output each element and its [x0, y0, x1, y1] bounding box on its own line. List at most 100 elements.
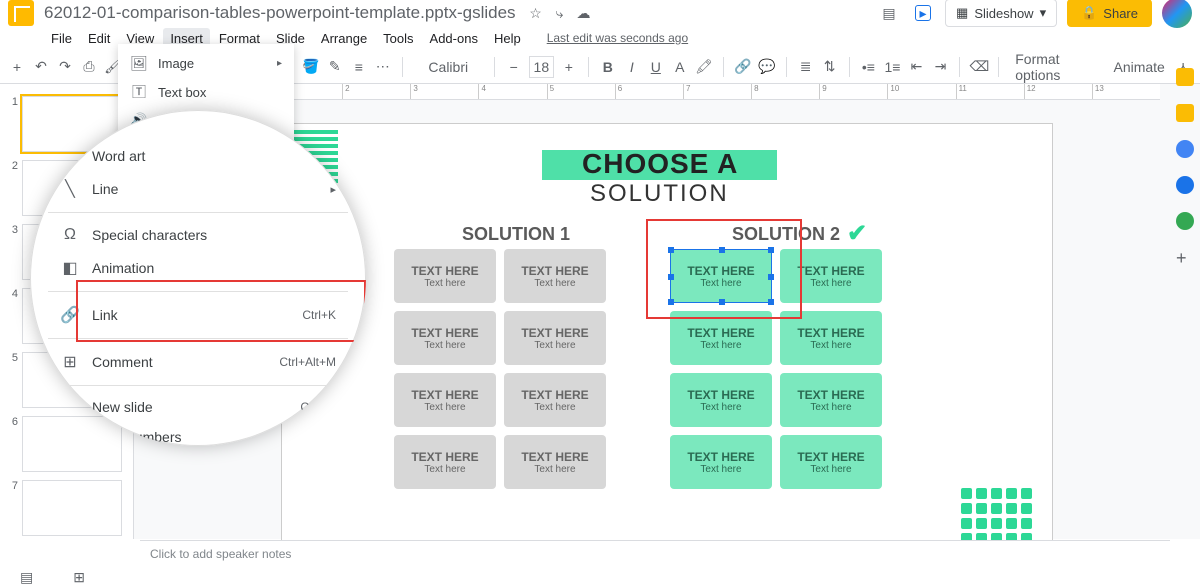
- menu-addons[interactable]: Add-ons: [423, 28, 485, 49]
- border-dash-button[interactable]: ⋯: [374, 56, 392, 78]
- indent-inc-button[interactable]: ⇥: [931, 56, 949, 78]
- animation-icon: ◧: [60, 258, 80, 278]
- keep-icon-2[interactable]: [1176, 104, 1194, 122]
- animate-button[interactable]: Animate: [1110, 56, 1168, 78]
- font-size-inc[interactable]: +: [560, 56, 578, 78]
- comments-icon[interactable]: ▤: [881, 5, 897, 21]
- menu-edit[interactable]: Edit: [81, 28, 117, 49]
- highlight-button[interactable]: 🖍: [695, 56, 713, 78]
- speaker-notes-placeholder: Click to add speaker notes: [150, 547, 291, 561]
- document-title[interactable]: 62012-01-comparison-tables-powerpoint-te…: [44, 3, 516, 23]
- card-gray[interactable]: TEXT HEREText here: [504, 311, 606, 365]
- menu-item-textbox[interactable]: 🅃Text box: [118, 77, 294, 107]
- share-button[interactable]: 🔒 Share: [1067, 0, 1152, 27]
- line-spacing-button[interactable]: ⇅: [821, 56, 839, 78]
- menu-file[interactable]: File: [44, 28, 79, 49]
- star-icon[interactable]: ☆: [528, 5, 544, 21]
- redo-button[interactable]: ↷: [56, 56, 74, 78]
- undo-button[interactable]: ↶: [32, 56, 50, 78]
- grid-view-button[interactable]: ⊞: [73, 569, 85, 586]
- card-gray[interactable]: TEXT HEREText here: [394, 311, 496, 365]
- comment-button[interactable]: 💬: [758, 56, 776, 78]
- card-gray[interactable]: TEXT HEREText here: [394, 435, 496, 489]
- add-icon[interactable]: +: [1176, 248, 1194, 266]
- speaker-notes[interactable]: Click to add speaker notes: [140, 540, 1170, 568]
- present-icon[interactable]: ▸: [915, 5, 931, 21]
- move-icon[interactable]: ⤷: [552, 5, 568, 21]
- zoom-menu-item-wordart[interactable]: AWord art: [48, 140, 348, 172]
- thumb-num: 3: [6, 224, 18, 236]
- text-color-button[interactable]: A: [671, 56, 689, 78]
- maps-icon[interactable]: [1176, 212, 1194, 230]
- card-gray[interactable]: TEXT HEREText here: [394, 249, 496, 303]
- thumb-num: 6: [6, 416, 18, 428]
- ruler-horizontal: 12345678910111213: [274, 84, 1160, 100]
- border-color-button[interactable]: ✎: [326, 56, 344, 78]
- last-edit-link[interactable]: Last edit was seconds ago: [540, 28, 695, 48]
- card-gray[interactable]: TEXT HEREText here: [504, 373, 606, 427]
- list-bullet-button[interactable]: •≡: [859, 56, 877, 78]
- list-number-button[interactable]: 1≡: [883, 56, 901, 78]
- thumb-num: 7: [6, 480, 18, 492]
- slide-subtitle[interactable]: SOLUTION: [590, 180, 729, 208]
- fill-color-button[interactable]: 🪣: [302, 56, 320, 78]
- menu-help[interactable]: Help: [487, 28, 528, 49]
- bold-button[interactable]: B: [599, 56, 617, 78]
- card-gray[interactable]: TEXT HEREText here: [504, 249, 606, 303]
- underline-button[interactable]: U: [647, 56, 665, 78]
- italic-button[interactable]: I: [623, 56, 641, 78]
- side-panel: +: [1170, 60, 1200, 266]
- avatar[interactable]: [1162, 0, 1192, 28]
- font-select[interactable]: Calibri: [413, 56, 484, 78]
- slideshow-button[interactable]: ▦ Slideshow ▾: [945, 0, 1057, 27]
- card-green[interactable]: TEXT HEREText here: [780, 373, 882, 427]
- slides-logo[interactable]: [8, 0, 34, 26]
- card-green[interactable]: TEXT HEREText here: [670, 435, 772, 489]
- filmstrip-view-button[interactable]: ▤: [20, 569, 33, 586]
- contacts-icon[interactable]: [1176, 176, 1194, 194]
- cloud-icon[interactable]: ☁: [576, 5, 592, 21]
- card-green[interactable]: TEXT HEREText here: [670, 311, 772, 365]
- zoom-menu-item-newslide[interactable]: New slideCtrl+M: [48, 392, 348, 422]
- font-size-dec[interactable]: −: [505, 56, 523, 78]
- card-green[interactable]: TEXT HEREText here: [670, 373, 772, 427]
- print-button[interactable]: ⎙: [80, 56, 98, 78]
- tasks-icon[interactable]: [1176, 140, 1194, 158]
- menu-item-image[interactable]: 🖼Image▸: [118, 50, 294, 77]
- card-green[interactable]: TEXT HEREText here: [780, 435, 882, 489]
- title-bar: 62012-01-comparison-tables-powerpoint-te…: [0, 0, 1200, 26]
- zoom-menu-item-comment[interactable]: ⊞CommentCtrl+Alt+M: [48, 345, 348, 379]
- align-button[interactable]: ≣: [797, 56, 815, 78]
- checkmark-icon[interactable]: ✔: [847, 219, 867, 248]
- card-gray[interactable]: TEXT HEREText here: [504, 435, 606, 489]
- card-green[interactable]: TEXT HEREText here: [780, 311, 882, 365]
- image-icon: 🖼: [130, 55, 148, 72]
- comment-icon: ⊞: [60, 352, 80, 372]
- tutorial-magnifier: AWord art ╲Line▸ ΩSpecial characters ◧An…: [30, 110, 366, 446]
- font-size-input[interactable]: 18: [529, 56, 554, 78]
- slide-thumb[interactable]: [22, 480, 122, 536]
- new-slide-button[interactable]: +: [8, 56, 26, 78]
- zoom-menu-item-line[interactable]: ╲Line▸: [48, 172, 348, 206]
- zoom-menu-item-special[interactable]: ΩSpecial characters: [48, 219, 348, 251]
- border-weight-button[interactable]: ≡: [350, 56, 368, 78]
- card-gray[interactable]: TEXT HEREText here: [394, 373, 496, 427]
- decoration-squares: [961, 488, 1032, 544]
- share-label: Share: [1103, 6, 1138, 21]
- zoom-menu-item-slidenumbers[interactable]: Slide numbers: [48, 422, 348, 446]
- menu-tools[interactable]: Tools: [376, 28, 420, 49]
- slide-title[interactable]: CHOOSE A: [582, 148, 738, 180]
- thumb-num: 2: [6, 160, 18, 172]
- format-options-button[interactable]: Format options: [1009, 56, 1104, 78]
- thumb-num: 5: [6, 352, 18, 364]
- clear-format-button[interactable]: ⌫: [970, 56, 988, 78]
- wordart-icon: A: [60, 147, 80, 165]
- indent-dec-button[interactable]: ⇤: [907, 56, 925, 78]
- slide-canvas[interactable]: CHOOSE A SOLUTION SOLUTION 1 SOLUTION 2 …: [282, 124, 1052, 564]
- special-chars-icon: Ω: [60, 226, 80, 244]
- menu-arrange[interactable]: Arrange: [314, 28, 374, 49]
- solution-1-label[interactable]: SOLUTION 1: [462, 224, 570, 245]
- link-button[interactable]: 🔗: [734, 56, 752, 78]
- keep-icon[interactable]: [1176, 68, 1194, 86]
- slideshow-label: Slideshow: [974, 6, 1033, 21]
